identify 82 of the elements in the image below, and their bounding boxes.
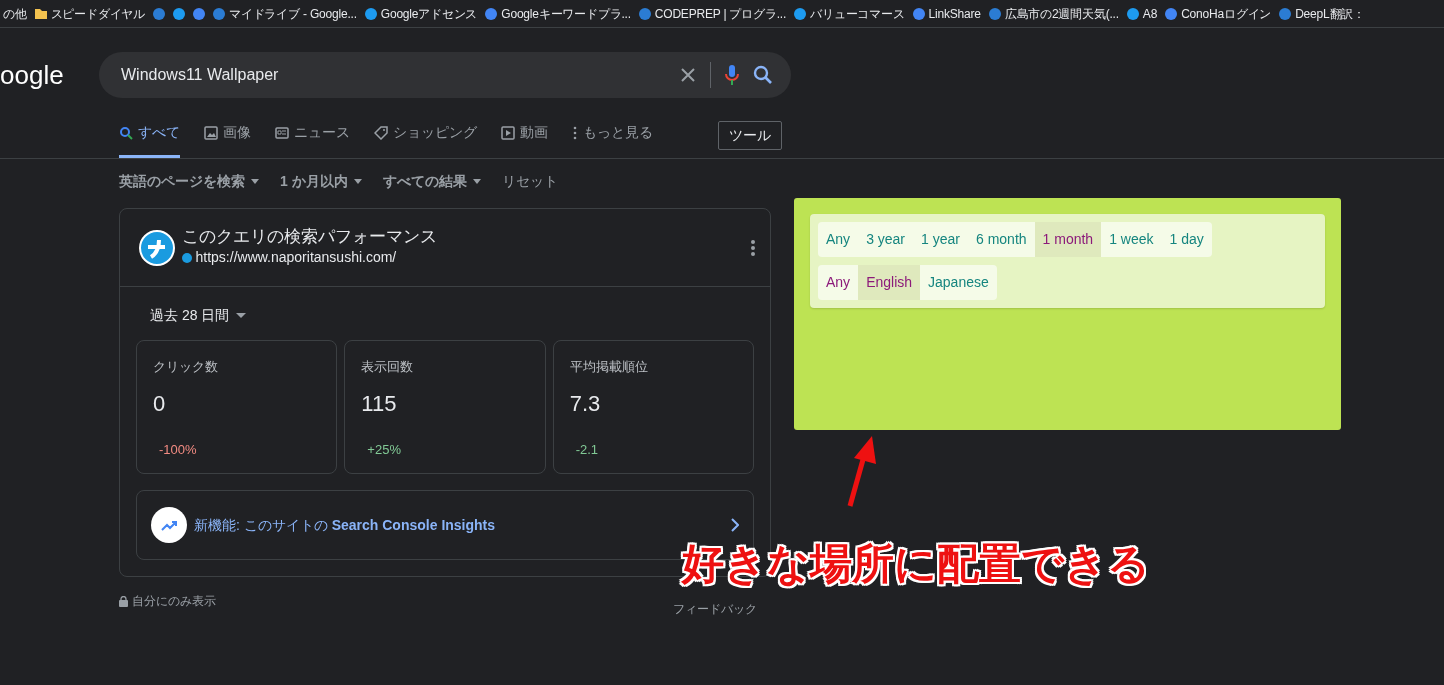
site-icon[interactable] (1126, 7, 1139, 20)
image-icon (204, 125, 218, 140)
bookmark-icon[interactable] (193, 7, 205, 20)
filter-dropdown[interactable]: 1 か月以内 (280, 171, 362, 192)
metric-change: +25% (367, 440, 402, 459)
tab[interactable]: ニュース (275, 122, 350, 158)
play-icon (501, 125, 515, 140)
filter-option[interactable]: English (858, 265, 921, 300)
annotation-text: 好きな場所に配置できる (682, 539, 1150, 589)
bookmark-link[interactable]: バリューコマース (810, 4, 905, 23)
site-icon[interactable] (794, 7, 807, 20)
chevron-right-icon[interactable] (731, 518, 739, 532)
filter-dropdown[interactable]: リセット (501, 171, 558, 192)
filter-option[interactable]: 3 year (858, 222, 914, 257)
site-favicon-icon (182, 252, 192, 263)
site-icon[interactable] (213, 7, 225, 20)
metric-change: -100% (159, 440, 198, 459)
bookmark-link[interactable]: CODEPREP | プログラ... (654, 4, 787, 23)
metric-value: 7.3 (569, 389, 602, 418)
metric-label: クリック数 (153, 358, 219, 376)
site-icon[interactable] (485, 7, 498, 20)
search-icon (119, 125, 133, 140)
filter-option[interactable]: 1 year (913, 222, 968, 257)
filter-option[interactable]: 1 day (1161, 222, 1212, 257)
trending-up-icon (151, 507, 187, 543)
period-dropdown[interactable]: 過去 28 日間 (150, 305, 247, 326)
site-icon[interactable] (988, 7, 1001, 20)
close-icon[interactable] (680, 67, 696, 83)
tab[interactable]: もっと見る (572, 122, 653, 158)
tools-button[interactable]: ツール (718, 121, 782, 150)
bookmark-link[interactable]: ConoHaログイン (1181, 4, 1272, 23)
bookmark-link[interactable]: スピードダイヤル (50, 4, 145, 23)
bookmark-link[interactable]: Googleアドセンス (380, 4, 478, 23)
filter-dropdown[interactable]: 英語のページを検索 (119, 171, 259, 192)
site-url[interactable]: https://www.naporitansushi.com/ (195, 247, 397, 268)
metric-value: 0 (153, 389, 167, 418)
more-options-icon[interactable] (750, 238, 756, 257)
filter-option[interactable]: 1 month (1034, 222, 1102, 257)
tab[interactable]: 画像 (204, 122, 251, 158)
lock-icon (119, 595, 128, 607)
logo[interactable]: oogle (0, 55, 99, 95)
bookmark-link[interactable]: LinkShare (928, 4, 981, 23)
filter-option[interactable]: Any (818, 222, 859, 257)
bookmark-link[interactable]: Googleキーワードプラ... (501, 4, 631, 23)
filter-option[interactable]: 1 week (1101, 222, 1162, 257)
bookmark-icon[interactable] (153, 7, 165, 20)
privacy-note: 自分にのみ表示 (131, 593, 216, 610)
dots-icon (572, 125, 578, 140)
tab[interactable]: すべて (119, 122, 180, 158)
bookmark-link[interactable]: A8 (1142, 4, 1158, 23)
search-input[interactable]: Windows11 Wallpaper (119, 62, 666, 88)
bookmark-link[interactable]: 広島市の2週間天気(... (1004, 4, 1119, 23)
insights-link[interactable]: 新機能: このサイトの Search Console Insights (194, 514, 496, 536)
microphone-icon[interactable] (725, 64, 739, 86)
bookmark-icon[interactable] (173, 7, 185, 20)
metric-label: 平均掲載順位 (569, 358, 649, 376)
newspaper-icon (275, 125, 289, 140)
folder-icon[interactable] (34, 8, 47, 19)
bookmark-link[interactable]: の他 (3, 4, 27, 23)
metric-value: 115 (361, 389, 398, 418)
tab[interactable]: 動画 (501, 122, 548, 158)
bookmark-link[interactable]: マイドライブ - Google... (229, 4, 357, 23)
metric-label: 表示回数 (361, 358, 415, 376)
metric-change: -2.1 (575, 440, 600, 459)
filter-dropdown[interactable]: すべての結果 (382, 171, 481, 192)
site-icon[interactable] (1165, 7, 1178, 20)
filter-option[interactable]: 6 month (967, 222, 1035, 257)
search-field[interactable]: Windows11 Wallpaper (99, 52, 791, 98)
site-icon[interactable] (912, 7, 925, 20)
card-title: このクエリの検索パフォーマンス (182, 227, 437, 247)
site-icon[interactable] (638, 7, 651, 20)
tag-icon (374, 125, 388, 140)
site-logo-icon (139, 229, 175, 266)
feedback-link[interactable]: フィードバック (673, 600, 757, 618)
site-icon[interactable] (1279, 7, 1292, 20)
filter-option[interactable]: Japanese (920, 265, 997, 300)
caret-icon (236, 313, 247, 318)
filter-option[interactable]: Any (818, 265, 859, 300)
bookmark-link[interactable]: DeepL翻訳： (1295, 4, 1365, 23)
search-icon[interactable] (753, 65, 773, 85)
tab[interactable]: ショッピング (374, 122, 477, 158)
site-icon[interactable] (364, 7, 377, 20)
